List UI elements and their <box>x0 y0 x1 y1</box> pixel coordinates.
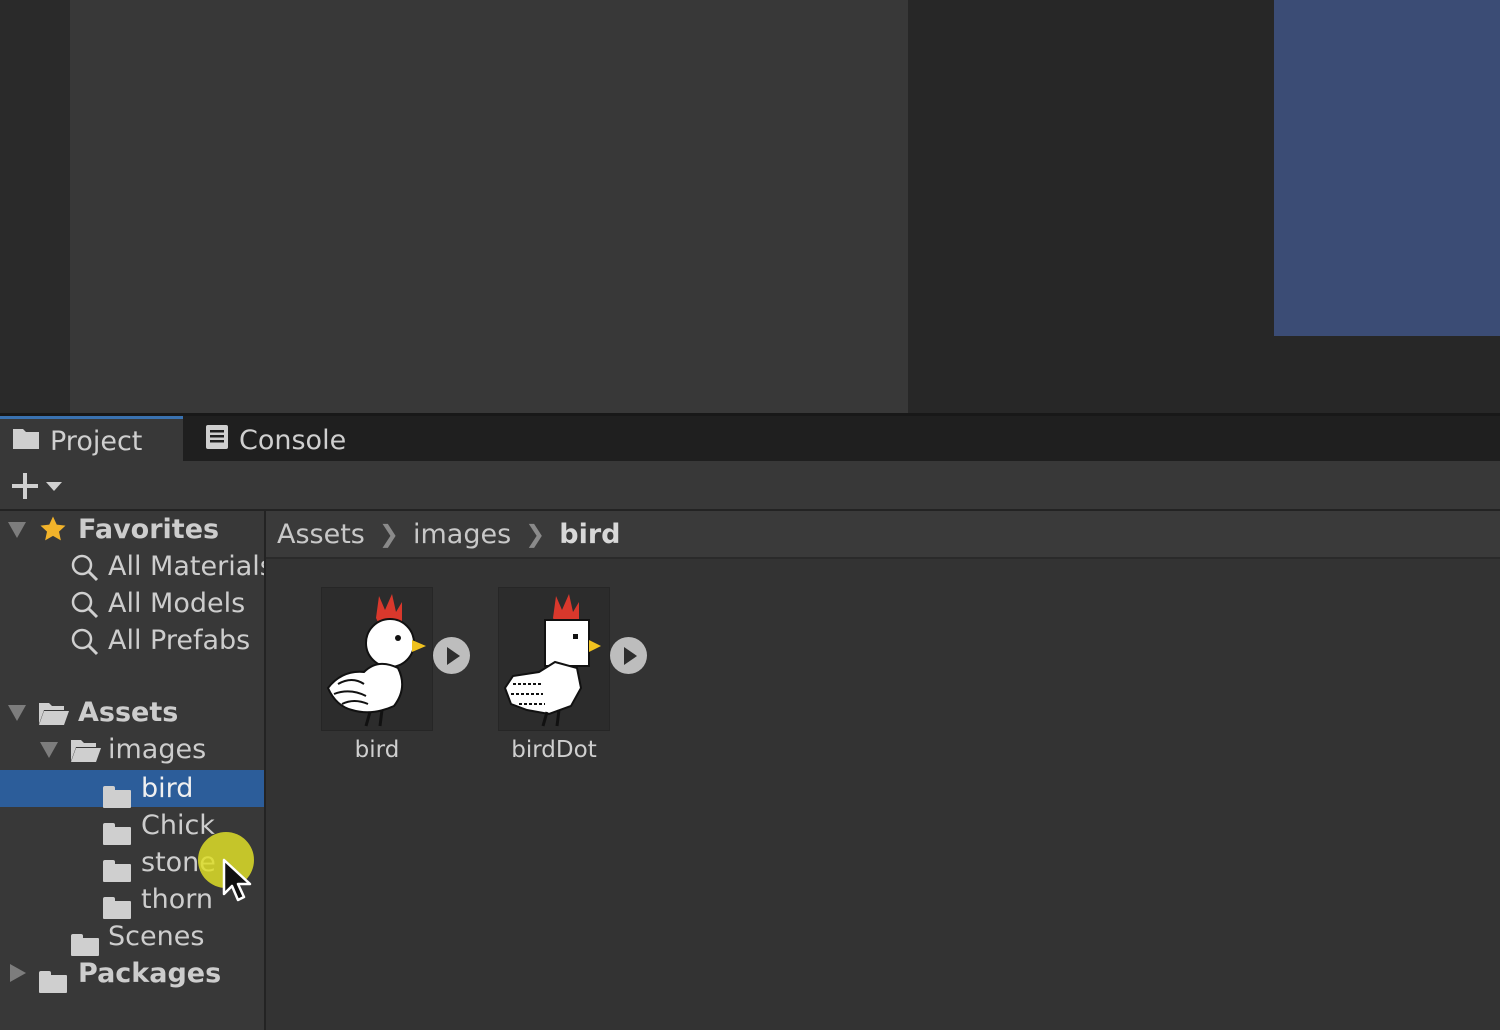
plus-icon <box>10 471 40 501</box>
expand-arrow-icon[interactable] <box>8 705 26 721</box>
tree-label: Chick <box>141 810 215 841</box>
folder-icon <box>103 859 131 882</box>
play-icon[interactable] <box>610 637 647 674</box>
folder-icon <box>103 785 131 808</box>
tree-label: bird <box>141 773 194 804</box>
expand-arrow-icon[interactable] <box>10 964 26 982</box>
project-toolbar <box>0 461 1500 511</box>
tree-label: All Materials <box>108 551 266 582</box>
search-icon <box>70 627 100 664</box>
tab-project-label: Project <box>50 426 143 457</box>
play-icon[interactable] <box>433 637 470 674</box>
tab-bar: Project Console <box>0 413 1500 464</box>
breadcrumb-item[interactable]: images <box>413 519 511 550</box>
tree-item-packages[interactable]: Packages <box>0 955 264 993</box>
folder-icon <box>103 896 131 919</box>
tree-item-scenes[interactable]: Scenes <box>0 918 264 956</box>
breadcrumb-item[interactable]: Assets <box>277 519 365 550</box>
project-tree: Favorites All Materials All Models All P… <box>0 511 266 1030</box>
asset-name: birdDot <box>511 737 597 763</box>
mouse-cursor-icon <box>222 858 256 908</box>
chevron-right-icon: ❯ <box>525 520 546 548</box>
tree-item-all-materials[interactable]: All Materials <box>0 548 264 585</box>
folder-icon <box>39 970 67 993</box>
sprite-thumbnail[interactable] <box>321 587 433 731</box>
folder-icon <box>103 822 131 845</box>
folder-icon <box>12 426 40 457</box>
asset-name: bird <box>354 737 400 763</box>
tree-label: images <box>108 734 207 765</box>
expand-arrow-icon[interactable] <box>40 742 58 758</box>
scene-view[interactable] <box>70 0 908 413</box>
breadcrumb: Assets ❯ images ❯ bird <box>266 511 1500 559</box>
folder-open-icon <box>38 700 70 733</box>
tree-label: thorn <box>141 884 213 915</box>
tab-project[interactable]: Project <box>0 416 183 464</box>
folder-icon <box>71 933 99 956</box>
tree-label: All Prefabs <box>108 625 251 656</box>
star-icon <box>38 514 68 551</box>
bird-pixel-sprite-icon <box>503 594 601 727</box>
tree-item-all-models[interactable]: All Models <box>0 585 264 622</box>
tab-console[interactable]: Console <box>205 416 385 464</box>
console-icon <box>205 424 229 457</box>
tree-item-bird[interactable]: bird <box>0 770 264 808</box>
asset-browser: Assets ❯ images ❯ bird bird birdDot <box>266 511 1500 1030</box>
asset-item-bird[interactable]: bird <box>301 587 470 777</box>
tree-item-favorites[interactable]: Favorites <box>0 511 264 548</box>
tree-item-assets[interactable]: Assets <box>0 694 264 731</box>
tree-label: Favorites <box>78 514 220 545</box>
tree-item-all-prefabs[interactable]: All Prefabs <box>0 622 264 659</box>
tree-label: Scenes <box>108 921 205 952</box>
expand-arrow-icon[interactable] <box>8 522 26 538</box>
hierarchy-panel-strip <box>0 0 70 413</box>
tree-label: All Models <box>108 588 246 619</box>
game-preview <box>1274 0 1500 336</box>
breadcrumb-item-current[interactable]: bird <box>559 519 620 550</box>
tree-label: Packages <box>78 958 222 989</box>
tab-console-label: Console <box>239 424 347 456</box>
asset-item-birddot[interactable]: birdDot <box>478 587 647 777</box>
sprite-thumbnail[interactable] <box>498 587 610 731</box>
add-asset-button[interactable] <box>10 470 70 502</box>
folder-open-icon <box>70 737 102 770</box>
chevron-right-icon: ❯ <box>378 520 399 548</box>
chevron-down-icon <box>46 481 62 491</box>
tree-label: Assets <box>78 697 179 728</box>
bird-sprite-icon <box>326 594 426 727</box>
tree-item-images[interactable]: images <box>0 731 264 768</box>
